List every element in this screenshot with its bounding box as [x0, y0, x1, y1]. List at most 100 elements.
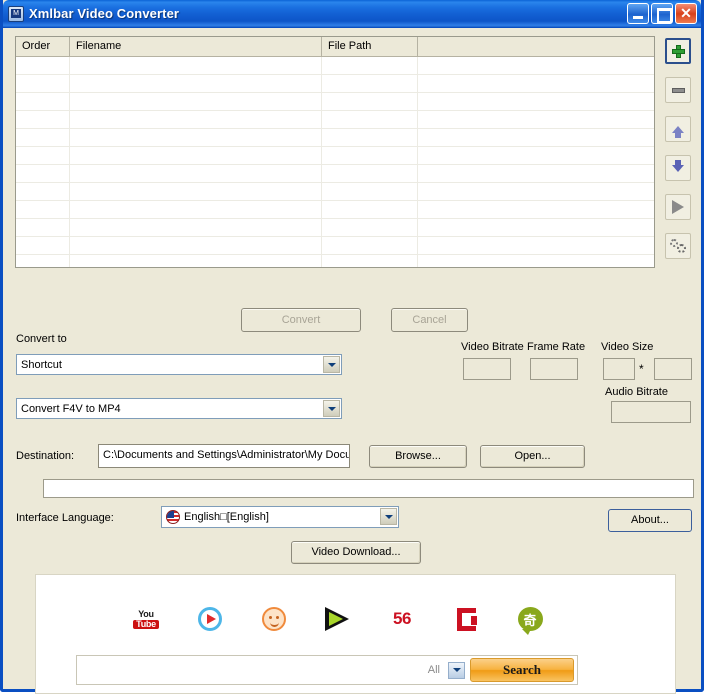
table-row[interactable]	[16, 93, 654, 111]
file-list[interactable]: Order Filename File Path	[15, 36, 655, 268]
remove-file-button[interactable]	[665, 77, 691, 103]
column-header-order[interactable]: Order	[16, 37, 70, 56]
qiyi-site-button[interactable]: 奇	[498, 602, 562, 636]
ku6-site-button[interactable]	[306, 602, 370, 636]
move-up-button[interactable]	[665, 116, 691, 142]
maximize-button[interactable]	[651, 3, 673, 24]
table-cell	[322, 255, 418, 267]
add-file-button[interactable]	[665, 38, 691, 64]
frame-rate-field[interactable]	[530, 358, 578, 380]
table-row[interactable]	[16, 255, 654, 267]
search-input[interactable]	[80, 659, 360, 681]
profile-value: Convert F4V to MP4	[21, 403, 121, 415]
table-row[interactable]	[16, 219, 654, 237]
table-cell	[322, 75, 418, 92]
column-header-filepath[interactable]: File Path	[322, 37, 418, 56]
video-site-list: You Tube 56	[36, 575, 675, 635]
chevron-down-icon[interactable]	[323, 356, 340, 373]
browse-button[interactable]: Browse...	[369, 445, 467, 468]
table-cell	[16, 111, 70, 128]
table-cell	[16, 75, 70, 92]
video-size-label: Video Size	[601, 341, 653, 353]
table-cell	[418, 183, 654, 200]
table-cell	[418, 147, 654, 164]
table-cell	[322, 237, 418, 254]
minimize-button[interactable]	[627, 3, 649, 24]
open-button[interactable]: Open...	[480, 445, 585, 468]
close-icon: ✕	[676, 4, 696, 23]
profile-group-select[interactable]: Shortcut	[16, 354, 342, 375]
table-cell	[322, 183, 418, 200]
table-cell	[418, 75, 654, 92]
table-cell	[16, 57, 70, 74]
tudou-site-button[interactable]	[178, 602, 242, 636]
gears-icon	[670, 239, 686, 253]
close-button[interactable]: ✕	[675, 3, 697, 24]
interface-language-value: English□[English]	[184, 511, 269, 523]
table-cell	[16, 237, 70, 254]
video-height-field[interactable]	[654, 358, 692, 380]
site56-button[interactable]: 56	[370, 602, 434, 636]
convert-button[interactable]: Convert	[241, 308, 361, 332]
table-cell	[322, 147, 418, 164]
video-bitrate-field[interactable]	[463, 358, 511, 380]
table-cell	[16, 93, 70, 110]
search-scope-value: All	[360, 659, 448, 681]
table-cell	[418, 219, 654, 236]
column-header-filename[interactable]: Filename	[70, 37, 322, 56]
table-row[interactable]	[16, 147, 654, 165]
table-row[interactable]	[16, 165, 654, 183]
minus-icon	[672, 88, 685, 93]
table-cell	[322, 219, 418, 236]
app-icon: M	[8, 6, 24, 22]
table-row[interactable]	[16, 111, 654, 129]
cntv-icon	[457, 608, 476, 631]
table-cell	[70, 219, 322, 236]
table-row[interactable]	[16, 75, 654, 93]
search-button[interactable]: Search	[470, 658, 574, 682]
preview-button[interactable]	[665, 194, 691, 220]
interface-language-select[interactable]: English□[English]	[161, 506, 399, 528]
chevron-down-icon[interactable]	[323, 400, 340, 417]
table-cell	[322, 201, 418, 218]
us-flag-globe-icon	[166, 510, 180, 524]
video-width-field[interactable]	[603, 358, 635, 380]
about-button[interactable]: About...	[608, 509, 692, 532]
arrow-down-icon	[672, 165, 684, 172]
table-row[interactable]	[16, 237, 654, 255]
site56-icon: 56	[393, 609, 411, 629]
chevron-down-icon[interactable]	[380, 508, 397, 525]
title-bar: M Xmlbar Video Converter ✕	[3, 0, 701, 28]
settings-button[interactable]	[665, 233, 691, 259]
interface-language-label: Interface Language:	[16, 512, 114, 524]
table-cell	[70, 183, 322, 200]
profile-group-value: Shortcut	[21, 359, 62, 371]
table-cell	[322, 129, 418, 146]
file-list-body[interactable]	[16, 57, 654, 267]
table-row[interactable]	[16, 129, 654, 147]
table-cell	[70, 57, 322, 74]
table-cell	[16, 255, 70, 267]
table-row[interactable]	[16, 57, 654, 75]
cancel-button[interactable]: Cancel	[391, 308, 468, 332]
table-cell	[322, 57, 418, 74]
table-cell	[418, 255, 654, 267]
audio-bitrate-field[interactable]	[611, 401, 691, 423]
move-down-button[interactable]	[665, 155, 691, 181]
column-header-extra[interactable]	[418, 37, 654, 56]
table-cell	[70, 111, 322, 128]
video-download-button[interactable]: Video Download...	[291, 541, 421, 564]
table-row[interactable]	[16, 183, 654, 201]
table-cell	[16, 219, 70, 236]
table-cell	[70, 129, 322, 146]
profile-select[interactable]: Convert F4V to MP4	[16, 398, 342, 419]
search-scope-dropdown[interactable]	[448, 662, 465, 679]
cntv-site-button[interactable]	[434, 602, 498, 636]
youtube-site-button[interactable]: You Tube	[114, 602, 178, 636]
youku-site-button[interactable]	[242, 602, 306, 636]
progress-bar	[43, 479, 694, 498]
destination-input[interactable]: C:\Documents and Settings\Administrator\…	[98, 444, 350, 468]
table-cell	[70, 237, 322, 254]
table-row[interactable]	[16, 201, 654, 219]
frame-rate-label: Frame Rate	[527, 341, 585, 353]
